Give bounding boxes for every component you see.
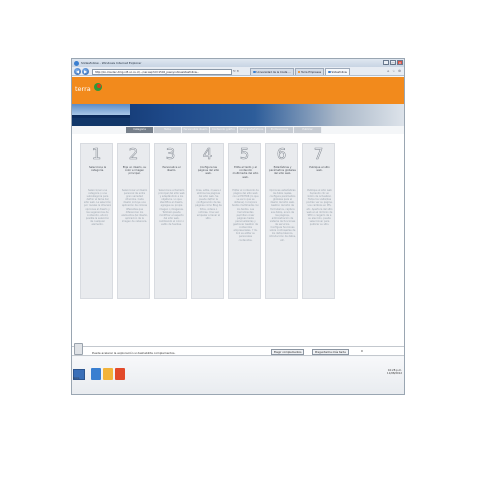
close-button[interactable]: X: [397, 60, 403, 65]
step-number: 7: [313, 145, 324, 163]
step-card: 1 Seleccione la categoría. Seleccionar u…: [80, 143, 113, 299]
tab-slidesfollow[interactable]: Slidesfollow: [325, 68, 350, 75]
ask-later-button[interactable]: Preguntarme más tarde: [312, 349, 349, 355]
taskbar: Inicio 10:28 p.m. 11/08/2012: [72, 357, 404, 394]
title-bar: Slidesfollow - Windows Internet Explorer…: [72, 59, 404, 67]
pdf-icon[interactable]: [115, 368, 125, 380]
notification-close-icon[interactable]: x: [361, 349, 363, 353]
back-button[interactable]: ◀: [74, 68, 81, 75]
step-title: Estadísticas y parámetros globales del s…: [269, 166, 296, 176]
step-description: Opciones estadísticas de datos reales, c…: [269, 189, 296, 242]
step-card: 2 Elija un diseño, su color e imagen pri…: [117, 143, 150, 299]
home-favorites-tools-icons[interactable]: ⌂ ☆ ⚙: [387, 69, 402, 73]
menu-item-tema[interactable]: Tema: [154, 127, 182, 133]
refresh-stop-icons[interactable]: ↻ ✕: [233, 69, 239, 73]
menu-item-categoria[interactable]: Categoría: [126, 127, 154, 133]
window-title: Slidesfollow - Windows Internet Explorer: [81, 61, 142, 65]
system-clock[interactable]: 10:28 p.m. 11/08/2012: [387, 369, 402, 376]
step-card: 5 Edite el texto y el contenido multimed…: [228, 143, 261, 299]
tab-universidad[interactable]: Universidad de la Costa ...: [250, 68, 294, 75]
site-header: terra: [72, 77, 404, 104]
step-description: Cree, edite, mueva o elimine las páginas…: [195, 189, 222, 220]
step-title: Seleccione la categoría.: [88, 166, 107, 173]
step-number: 1: [91, 145, 102, 163]
start-label: Inicio: [73, 377, 80, 380]
window-controls: _ □ X: [383, 60, 403, 65]
step-number: 3: [165, 145, 176, 163]
step-description: Editar el contenido de página del sitio …: [232, 189, 259, 242]
step-number: 2: [128, 145, 139, 163]
step-title: Elija un diseño, su color e imagen princ…: [122, 166, 147, 176]
minimize-button[interactable]: _: [383, 60, 389, 65]
hero-banner: [72, 104, 404, 126]
step-description: Seleccionar el diseño personal de entre …: [121, 189, 148, 223]
step-card: 6 Estadísticas y parámetros globales del…: [265, 143, 298, 299]
terra-mark-icon: [94, 83, 102, 91]
tab-favicon-icon: [253, 70, 256, 74]
step-description: Seleccione el tamaño principal del sitio…: [158, 189, 185, 227]
browser-tabs: Universidad de la Costa ... Terra Empres…: [250, 68, 350, 76]
forward-button[interactable]: ▶: [82, 68, 89, 75]
maximize-button[interactable]: □: [390, 60, 396, 65]
step-card: 3 Personalice el diseño. Seleccione el t…: [154, 143, 187, 299]
step-title: Personalice el diseño.: [162, 166, 181, 173]
step-number: 4: [202, 145, 213, 163]
tab-terra-empresas[interactable]: Terra Empresas: [294, 68, 325, 75]
banner-ground-image: [72, 118, 130, 126]
browser-window: Slidesfollow - Windows Internet Explorer…: [71, 58, 405, 395]
clock-date: 11/08/2012: [387, 372, 402, 376]
choose-addons-button[interactable]: Elegir complementos: [271, 349, 305, 355]
folder-icon[interactable]: [103, 368, 113, 380]
tab-label: Universidad de la Costa ...: [256, 71, 291, 74]
step-title: Configure las páginas del sitio web.: [197, 166, 220, 176]
step-number: 5: [239, 145, 250, 163]
menu-item-contenido-grafico[interactable]: Contenido gráfico: [210, 127, 238, 133]
address-bar[interactable]: http://ilo.cloudec.dmg.nifi.uc.cu.cl/...…: [92, 68, 232, 75]
menu-item-publicar[interactable]: Publicar: [294, 127, 322, 133]
main-content: 1 Seleccione la categoría. Seleccionar u…: [72, 134, 404, 349]
step-title: Publique el sitio web.: [309, 166, 330, 173]
tab-label: Terra Empresas: [301, 71, 322, 74]
tab-favicon-icon: [297, 70, 301, 74]
terra-logo[interactable]: terra: [75, 85, 91, 93]
navigation-bar: ◀ ▶ http://ilo.cloudec.dmg.nifi.uc.cu.cl…: [72, 67, 404, 76]
step-number: 6: [276, 145, 287, 163]
step-card: 4 Configure las páginas del sitio web. C…: [191, 143, 224, 299]
tab-label: Slidesfollow: [331, 71, 347, 74]
tab-favicon-icon: [328, 70, 331, 74]
notification-bar: Puede acelerar la exploración si deshabi…: [72, 343, 404, 356]
addon-info-icon: [74, 343, 83, 355]
step-description: Seleccionar una categoría o una subcateg…: [84, 189, 111, 227]
menu-item-puntuaciones[interactable]: Puntuaciones: [266, 127, 294, 133]
step-card: 7 Publique el sitio web. Publique el sit…: [302, 143, 335, 299]
menu-item-datos-estadisticos[interactable]: Datos estadísticos: [238, 127, 266, 133]
steps-menu: Categoría Tema Personaliza diseño Conten…: [126, 127, 322, 133]
step-description: Publique el sitio web haciendo clic en b…: [306, 189, 333, 227]
notification-message: Puede acelerar la exploración si deshabi…: [92, 350, 176, 355]
internet-explorer-icon: [74, 60, 79, 66]
ie-icon[interactable]: [91, 368, 101, 380]
step-title: Edite el texto y el contenido multimedia…: [232, 166, 259, 179]
menu-item-personaliza-diseno[interactable]: Personaliza diseño: [182, 127, 210, 133]
